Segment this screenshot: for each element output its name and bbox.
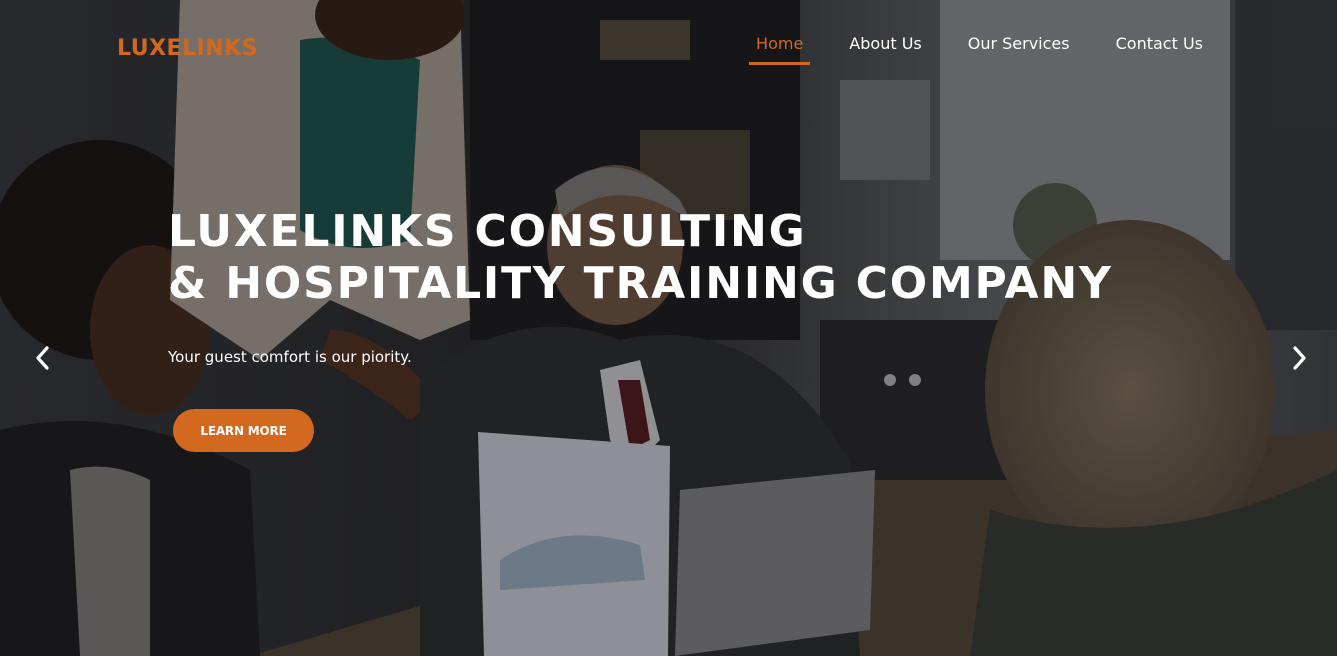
learn-more-button[interactable]: LEARN MORE <box>173 409 314 452</box>
logo[interactable]: LUXELINKS <box>117 36 258 61</box>
slider-prev-button[interactable] <box>25 340 61 376</box>
navbar: LUXELINKS Home About Us Our Services Con… <box>0 0 1337 90</box>
nav-item-about-us[interactable]: About Us <box>849 34 921 65</box>
hero-subtitle: Your guest comfort is our piority. <box>168 348 412 366</box>
nav-item-our-services[interactable]: Our Services <box>968 34 1070 65</box>
hero-title-line-2: & HOSPITALITY TRAINING COMPANY <box>168 258 1113 309</box>
main-nav: Home About Us Our Services Contact Us <box>749 34 1203 65</box>
chevron-right-icon <box>1293 346 1306 370</box>
slider-next-button[interactable] <box>1281 340 1317 376</box>
hero-title-line-1: LUXELINKS CONSULTING <box>168 206 807 257</box>
hero-title: LUXELINKS CONSULTING & HOSPITALITY TRAIN… <box>168 206 1113 310</box>
hero-content: LUXELINKS CONSULTING & HOSPITALITY TRAIN… <box>168 206 1113 366</box>
chevron-left-icon <box>36 346 49 370</box>
hero-slider: LUXELINKS Home About Us Our Services Con… <box>0 0 1337 656</box>
nav-item-contact-us[interactable]: Contact Us <box>1116 34 1203 65</box>
nav-item-home[interactable]: Home <box>749 34 811 65</box>
